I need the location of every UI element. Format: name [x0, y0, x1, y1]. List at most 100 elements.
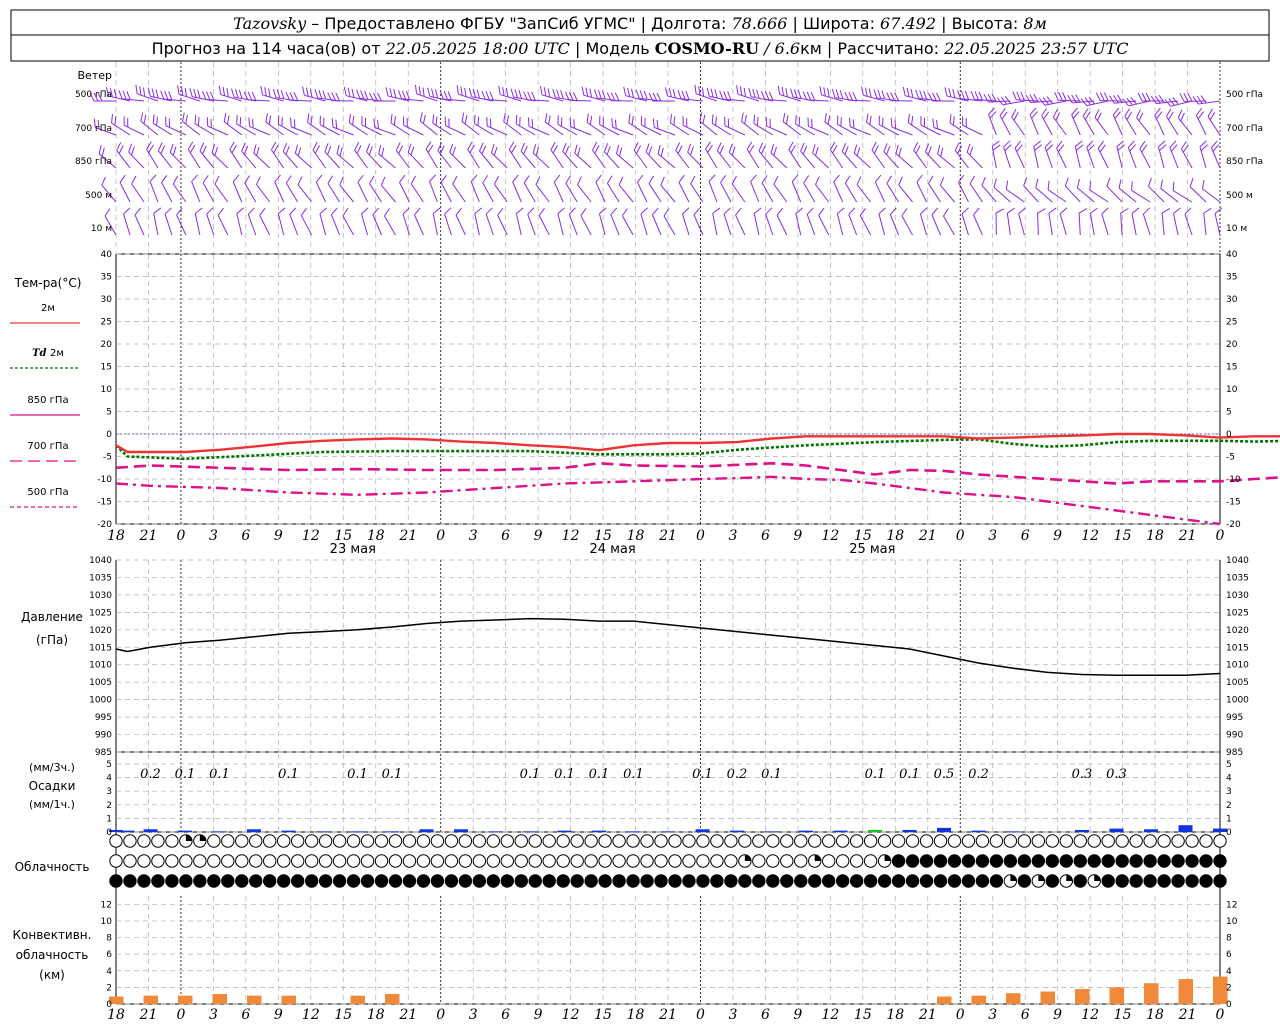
wind-barb	[758, 142, 774, 169]
cloud-symbol	[304, 834, 319, 848]
cloud-symbol	[780, 834, 794, 848]
precip-amount-label: 0.1	[209, 767, 230, 782]
wind-barb-staff	[342, 215, 355, 236]
wind-barb-staff	[297, 184, 313, 203]
wind-barb	[206, 207, 215, 236]
wind-barb-feather	[489, 91, 494, 101]
wind-barb-feather	[750, 174, 757, 182]
wind-barb-feather	[1103, 92, 1109, 101]
wind-barb-feather	[839, 90, 844, 99]
conv-tick-left: 8	[106, 934, 112, 944]
cloud-symbol	[975, 874, 990, 888]
convective-bar	[212, 994, 227, 1004]
cloud-symbol	[1185, 834, 1199, 848]
wind-barb	[503, 112, 522, 136]
wind-barb-staff	[169, 152, 187, 169]
wind-barb-feather	[527, 207, 535, 215]
wind-barb-staff	[1195, 115, 1207, 136]
cloud-symbol	[905, 854, 920, 868]
wind-barb	[360, 207, 369, 236]
cloud-symbol	[1171, 834, 1185, 848]
precip-amount-label: 0.1	[761, 767, 782, 782]
wind-barb	[569, 117, 592, 136]
wind-barb-staff	[312, 149, 327, 169]
cloud-symbol	[822, 854, 836, 868]
wind-barb-feather	[553, 174, 561, 183]
wind-barb	[995, 208, 1005, 236]
wind-barb-staff	[425, 148, 438, 169]
cloud-symbol	[1031, 854, 1046, 868]
wind-barb	[1094, 109, 1109, 136]
wind-barb-feather	[289, 207, 297, 215]
wind-barb-feather	[806, 91, 812, 101]
pres-tick-right: 995	[1226, 713, 1243, 723]
wind-barb-feather	[1025, 94, 1031, 103]
wind-barb-feather	[330, 207, 338, 215]
wind-level-left: 700 гПа	[75, 124, 112, 134]
wind-barb	[1074, 140, 1084, 169]
wind-barb-staff	[570, 126, 592, 136]
wind-barb-staff	[523, 182, 536, 203]
wind-barb	[693, 207, 704, 236]
wind-barb-staff	[670, 122, 690, 136]
convective-bar	[143, 995, 158, 1004]
wind-barb-staff	[690, 183, 704, 203]
wind-barb-feather	[473, 114, 476, 124]
wind-barb	[265, 113, 284, 136]
wind-barb	[206, 117, 229, 136]
wind-barb-staff	[1127, 147, 1137, 169]
wind-barb-feather	[640, 116, 642, 126]
time-tick-bottom: 0	[956, 1007, 965, 1023]
wind-barb	[1059, 207, 1068, 236]
wind-barb-feather	[427, 87, 431, 97]
wind-barb	[969, 175, 983, 203]
cloud-symbol	[556, 874, 570, 888]
wind-barb-feather	[293, 92, 299, 101]
wind-barb	[199, 142, 215, 169]
time-tick-temp: 6	[1021, 528, 1030, 544]
precip-bar	[247, 829, 261, 832]
wind-barb-staff	[140, 120, 159, 136]
wind-barb-staff	[699, 120, 718, 136]
pres-tick-left: 1020	[89, 626, 112, 636]
wind-barb-feather	[983, 94, 989, 103]
wind-barb	[618, 176, 634, 203]
cloud-symbol	[933, 874, 948, 888]
cloud-symbol	[388, 874, 403, 888]
wind-barb-feather	[599, 115, 601, 125]
wind-barb	[307, 113, 326, 136]
wind-barb-staff	[527, 99, 550, 102]
wind-barb	[753, 207, 762, 236]
cloud-symbol	[612, 834, 626, 848]
temp-title: Тем-ра(°C)	[14, 276, 82, 290]
chart-header: Tazovsky – Предоставлено ФГБУ "ЗапСиб УГ…	[10, 9, 1270, 62]
precip-amount-label: 0.1	[382, 767, 403, 782]
wind-barb-staff	[806, 214, 816, 236]
wind-barb-feather	[123, 207, 131, 215]
cloud-symbol	[514, 834, 528, 848]
wind-barb-feather	[1095, 92, 1101, 101]
cloud-symbol	[682, 854, 696, 868]
cloud-symbol	[500, 874, 514, 888]
wind-barb-feather	[290, 117, 292, 127]
cloud-symbol	[179, 854, 193, 868]
cloud-symbol	[1199, 854, 1213, 868]
wind-barb-feather	[347, 87, 351, 97]
time-tick-bottom: 6	[501, 1007, 510, 1023]
wind-barb-feather	[833, 174, 840, 183]
cloud-symbol	[766, 874, 780, 888]
wind-barb-feather	[752, 88, 756, 98]
wind-barb-feather	[357, 174, 364, 183]
wind-barb-feather	[472, 88, 477, 98]
wind-barb-staff	[157, 150, 173, 169]
wind-barb-staff	[336, 153, 354, 169]
cloud-symbol	[514, 854, 528, 868]
precip-bar	[937, 827, 951, 832]
cloud-symbol	[654, 854, 668, 868]
header-line-2-part: 22.05.2025 23:57 UTC	[943, 39, 1128, 58]
wind-barb-feather	[244, 175, 251, 184]
wind-barb-staff	[836, 213, 844, 236]
wind-barb-staff	[1052, 116, 1067, 136]
wind-barb	[157, 142, 173, 169]
wind-barb-feather	[327, 175, 334, 184]
